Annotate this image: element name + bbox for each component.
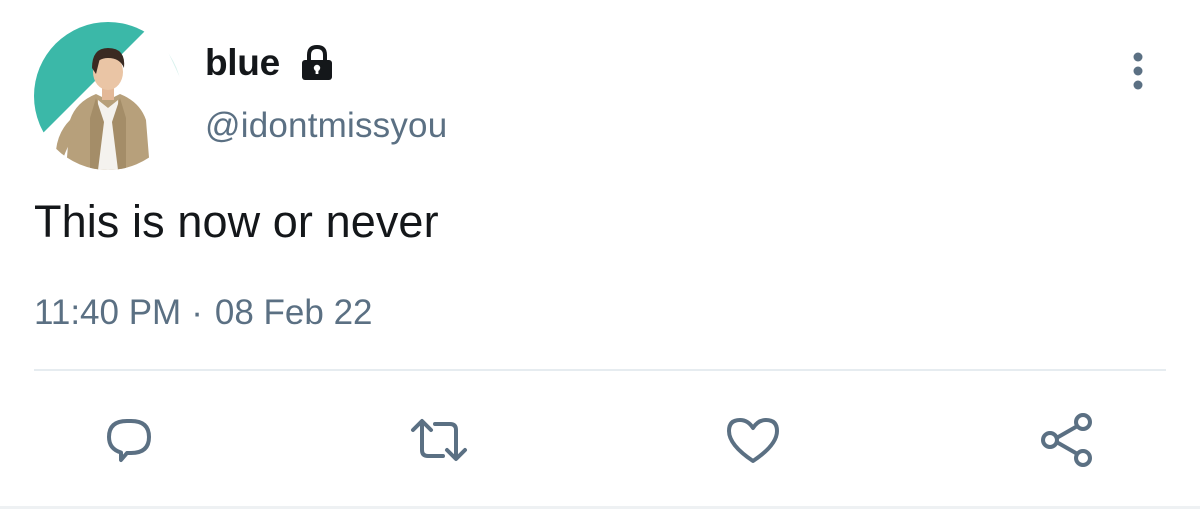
tweet-text: This is now or never bbox=[34, 196, 439, 247]
display-name[interactable]: blue bbox=[205, 42, 280, 84]
user-name-row: blue bbox=[205, 40, 336, 86]
reply-icon bbox=[107, 419, 151, 462]
bottom-divider bbox=[0, 506, 1200, 509]
meta-separator: · bbox=[191, 293, 203, 332]
more-vertical-icon bbox=[1133, 52, 1143, 90]
more-options-button[interactable] bbox=[1122, 46, 1154, 96]
user-handle[interactable]: @idontmissyou bbox=[205, 106, 447, 146]
tweet-meta: 11:40 PM · 08 Feb 22 bbox=[34, 293, 373, 333]
like-button[interactable] bbox=[721, 408, 785, 472]
tweet-time[interactable]: 11:40 PM bbox=[34, 293, 181, 333]
lock-icon bbox=[298, 44, 336, 82]
profile-photo bbox=[34, 22, 182, 170]
share-button[interactable] bbox=[1035, 408, 1099, 472]
tweet-card: blue @idontmissyou This is now or never … bbox=[0, 0, 1200, 524]
avatar[interactable] bbox=[34, 22, 182, 170]
tweet-date[interactable]: 08 Feb 22 bbox=[215, 293, 373, 333]
reply-button[interactable] bbox=[97, 408, 161, 472]
divider bbox=[34, 369, 1166, 371]
retweet-icon bbox=[411, 419, 467, 461]
retweet-button[interactable] bbox=[407, 408, 471, 472]
share-icon bbox=[1041, 413, 1092, 467]
heart-icon bbox=[727, 418, 779, 463]
